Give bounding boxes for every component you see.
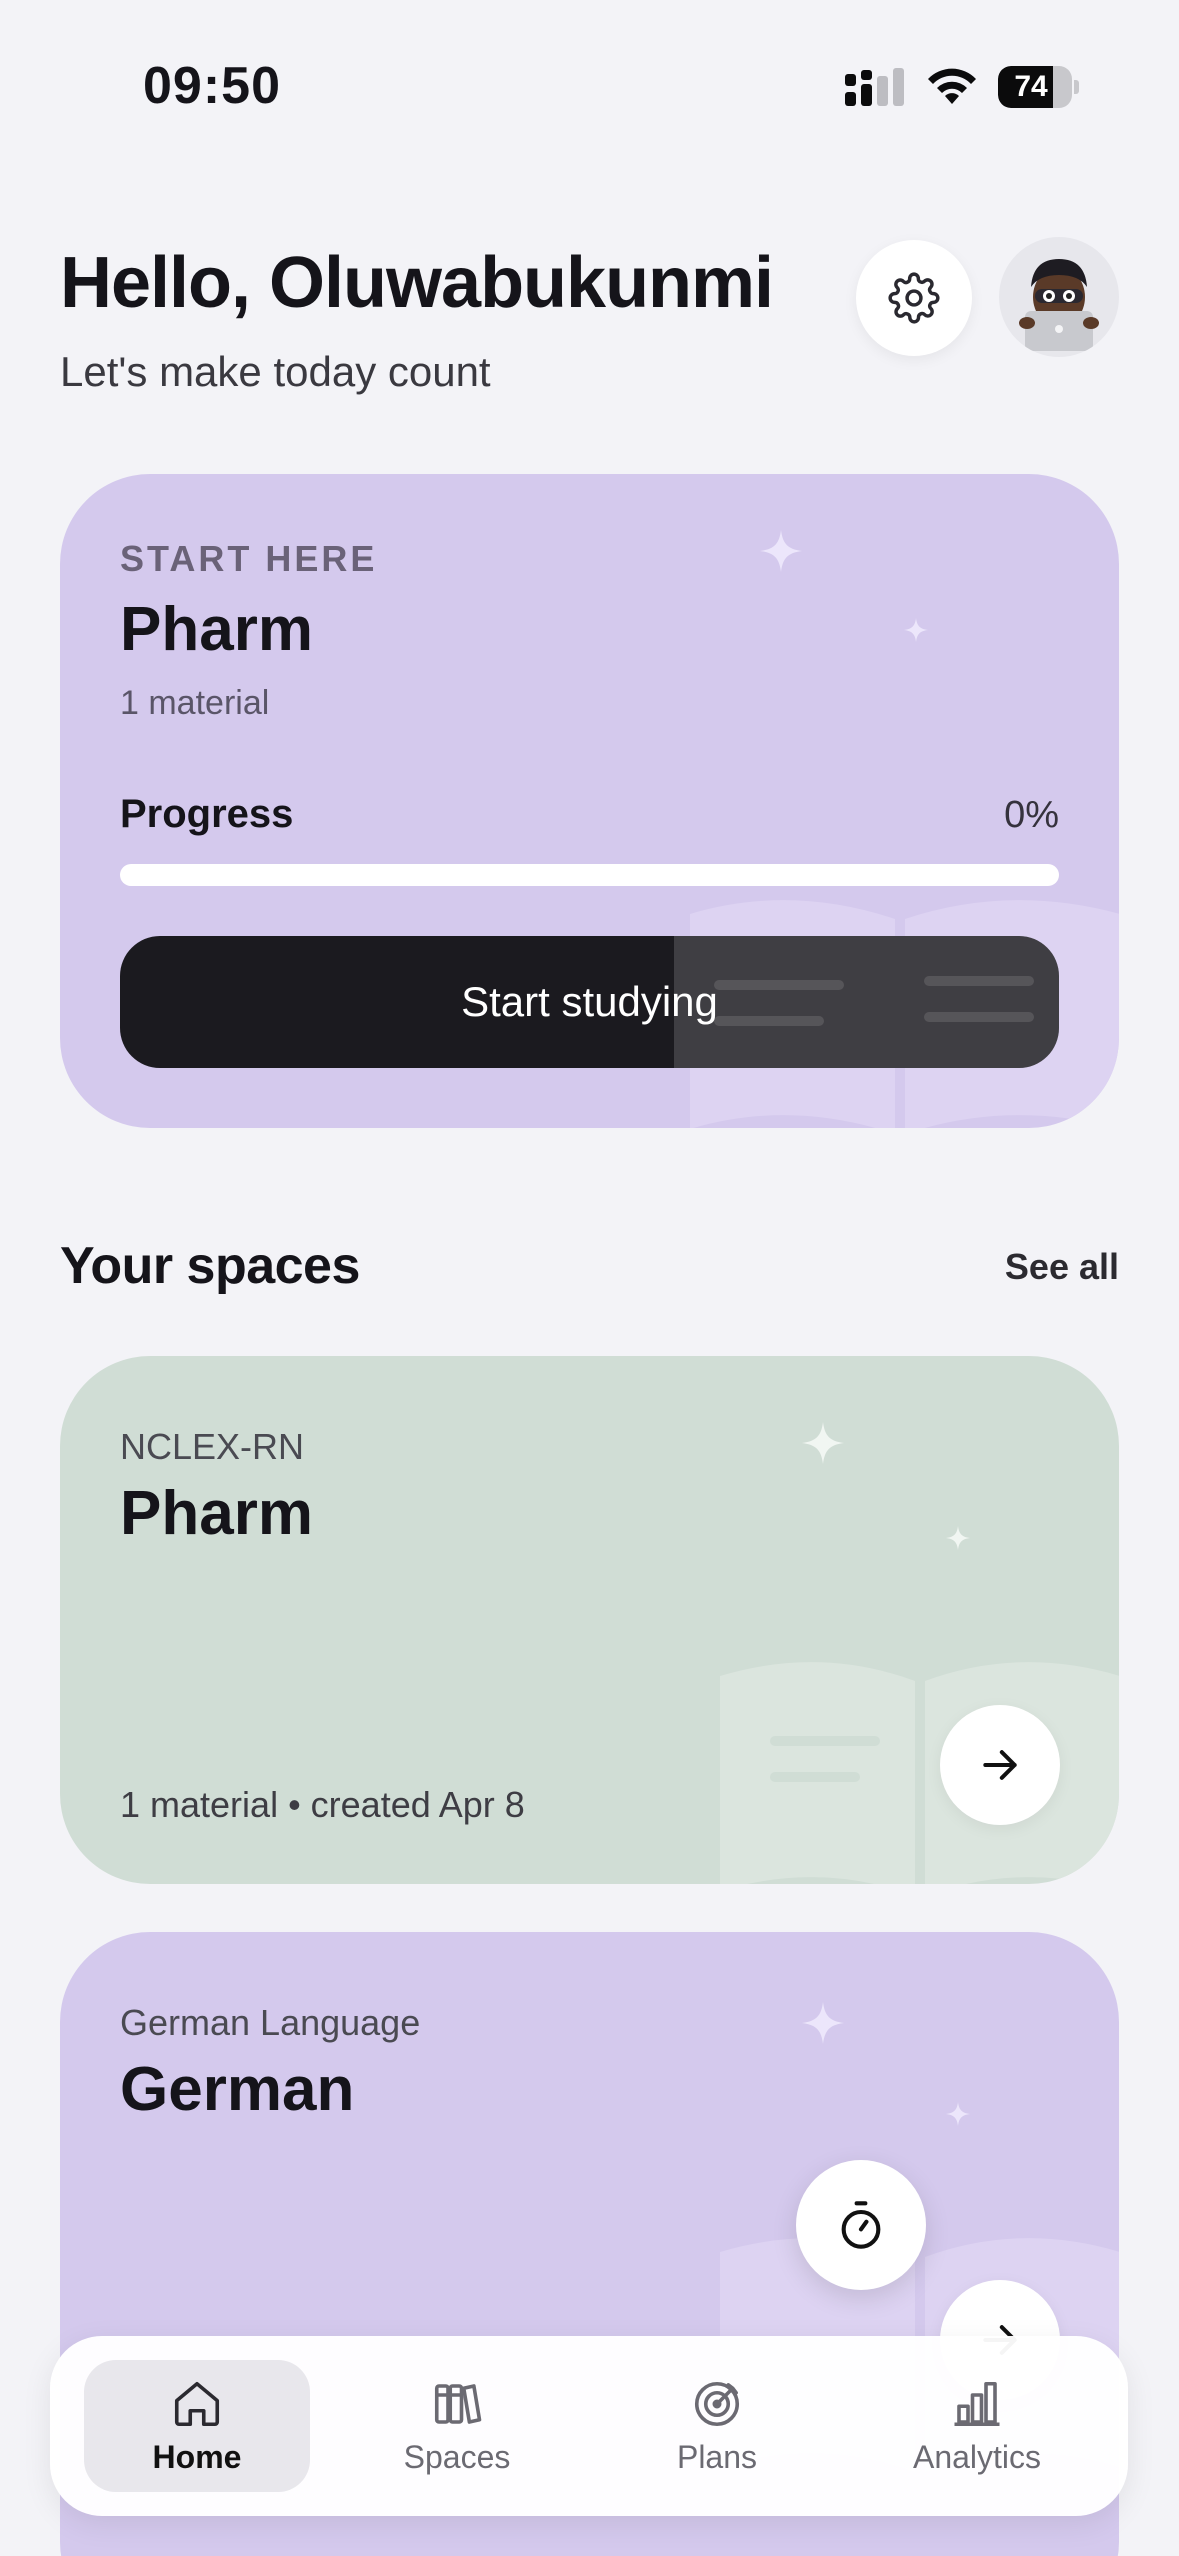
- avatar[interactable]: [999, 237, 1119, 357]
- tab-label: Plans: [676, 2438, 758, 2475]
- sparkle-icon: [802, 2002, 844, 2044]
- progress-label: Progress: [120, 792, 294, 836]
- study-timer-button[interactable]: [796, 2160, 926, 2290]
- section-title: Your spaces: [60, 1237, 360, 1295]
- button-book-overlay: [674, 936, 1059, 1068]
- bar-chart-icon: [954, 2381, 1000, 2426]
- tab-label: Home: [152, 2438, 242, 2475]
- battery-indicator: 74: [998, 66, 1079, 108]
- tab-bar: Home Spaces Plans Analytics: [50, 2336, 1128, 2516]
- sparkle-icon: [946, 1526, 970, 1550]
- cellular-signal-icon: [845, 68, 904, 106]
- tab-analytics[interactable]: Analytics: [864, 2360, 1090, 2492]
- tab-label: Spaces: [403, 2438, 511, 2475]
- books-icon: [434, 2383, 482, 2424]
- hero-material-count: 1 material: [120, 684, 270, 722]
- tab-label: Analytics: [912, 2438, 1042, 2475]
- target-icon: [694, 2381, 740, 2426]
- tab-spaces[interactable]: Spaces: [344, 2360, 570, 2492]
- page-subtitle: Let's make today count: [60, 348, 491, 395]
- battery-percent: 74: [1014, 70, 1048, 103]
- space-title: Pharm: [120, 1479, 313, 1548]
- progress-bar: [120, 864, 1059, 886]
- home-icon: [174, 2381, 220, 2426]
- wifi-icon: [928, 68, 976, 104]
- open-space-button[interactable]: [940, 1705, 1060, 1825]
- see-all-link[interactable]: See all: [1005, 1246, 1119, 1288]
- space-card[interactable]: NCLEX-RN Pharm 1 material • created Apr …: [60, 1356, 1119, 1884]
- space-title: German: [120, 2055, 355, 2124]
- sparkle-icon: [904, 618, 928, 642]
- status-bar: 09:50 74: [0, 0, 1179, 175]
- settings-button[interactable]: [856, 240, 972, 356]
- space-category: NCLEX-RN: [120, 1426, 305, 1467]
- book-lines-icon: [714, 976, 1034, 1026]
- sparkle-icon: [946, 2102, 970, 2126]
- sparkle-icon: [760, 530, 802, 572]
- space-category: German Language: [120, 2002, 421, 2043]
- progress-value: 0%: [1004, 794, 1059, 836]
- start-here-card[interactable]: START HERE Pharm 1 material Progress 0% …: [60, 474, 1119, 1128]
- arrow-right-icon: [983, 1750, 1017, 1780]
- hero-eyebrow: START HERE: [120, 538, 378, 579]
- space-meta: 1 material • created Apr 8: [120, 1784, 525, 1825]
- memoji-avatar-icon: [1019, 259, 1099, 351]
- tab-plans[interactable]: Plans: [604, 2360, 830, 2492]
- start-studying-label: Start studying: [461, 978, 718, 1025]
- gear-icon: [888, 272, 940, 324]
- hero-title: Pharm: [120, 595, 313, 664]
- stopwatch-icon: [841, 2201, 881, 2249]
- tab-home[interactable]: Home: [84, 2360, 310, 2492]
- sparkle-icon: [802, 1422, 844, 1464]
- page-title: Hello, Oluwabukunmi: [60, 243, 774, 323]
- status-time: 09:50: [143, 57, 281, 115]
- start-studying-button[interactable]: Start studying: [120, 936, 1059, 1068]
